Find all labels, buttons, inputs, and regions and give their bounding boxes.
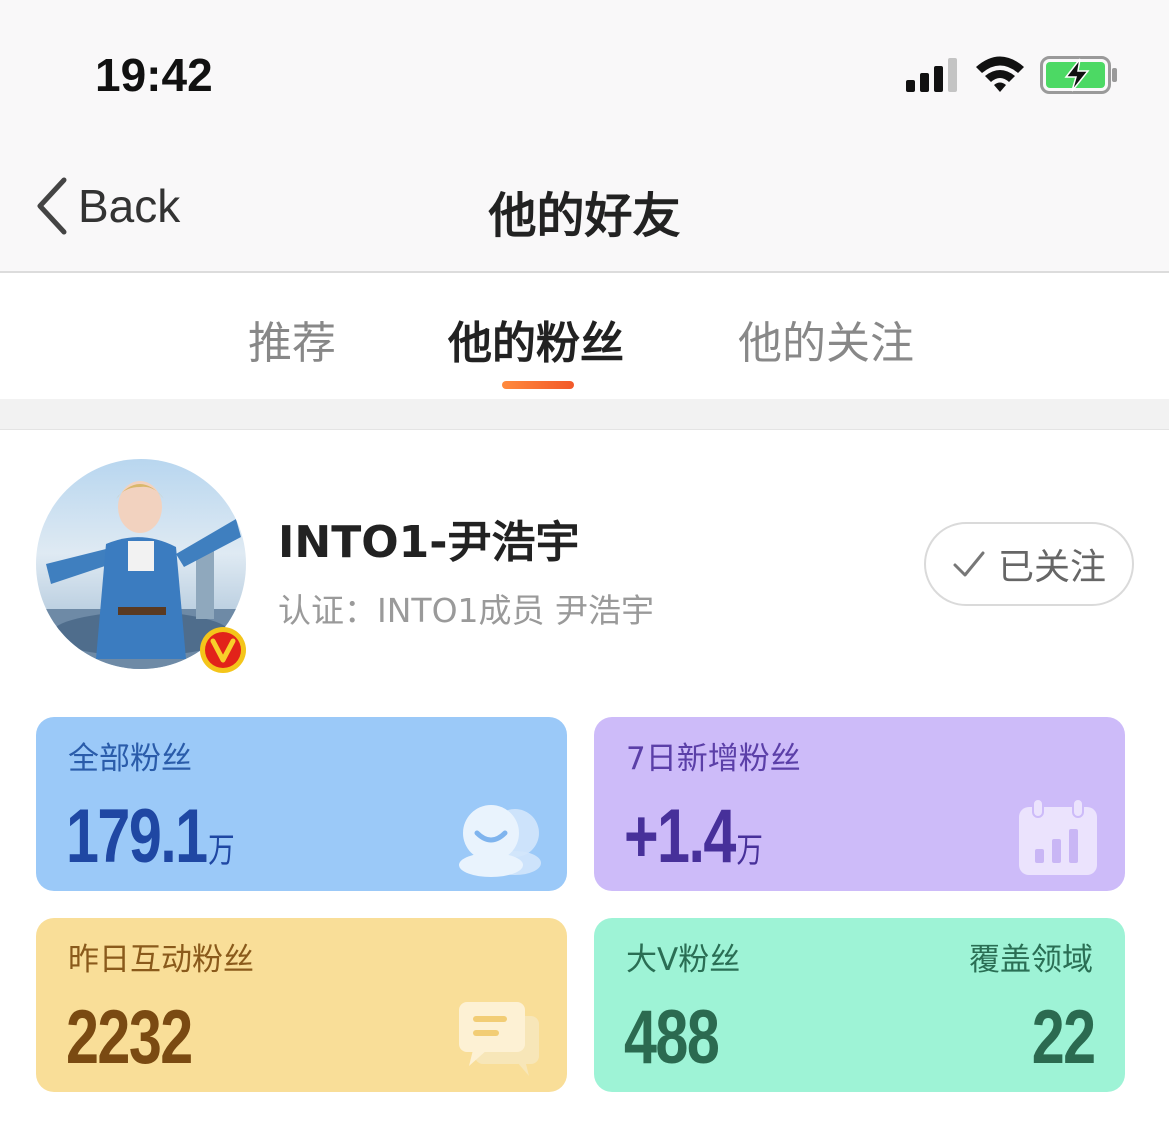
following-button[interactable]: 已关注: [924, 522, 1134, 606]
new-fans-title: 7日新增粉丝: [626, 741, 801, 777]
new-fans-card[interactable]: 7日新增粉丝 +1.4万: [594, 717, 1125, 891]
navigation-bar: Back 他的好友: [0, 140, 1169, 273]
avatar[interactable]: [36, 459, 248, 673]
verification-text: 认证：INTO1成员 尹浩宇: [278, 591, 655, 630]
status-time: 19:42: [95, 49, 213, 101]
status-bar: 19:42: [0, 0, 1169, 140]
big-v-fans-card[interactable]: 大V粉丝 覆盖领域 488 22: [594, 918, 1125, 1092]
new-fans-number: +1.4: [624, 794, 736, 879]
verified-v-icon: [200, 627, 246, 673]
page-title: 他的好友: [488, 188, 681, 244]
signal-icon: [906, 58, 957, 92]
big-v-fans-value: 488: [624, 995, 720, 1080]
total-fans-title: 全部粉丝: [68, 741, 192, 777]
total-fans-value: 179.1万: [66, 799, 235, 875]
big-v-fans-title: 大V粉丝: [626, 942, 741, 978]
new-fans-value: +1.4万: [624, 799, 763, 875]
message-icon: [459, 1002, 539, 1076]
active-tab-indicator: [502, 381, 574, 389]
tab-his-following[interactable]: 他的关注: [738, 307, 914, 371]
tab-bar: 推荐 他的粉丝 他的关注: [0, 275, 1169, 399]
user-name[interactable]: INTO1-尹浩宇: [278, 506, 580, 570]
following-label: 已关注: [997, 547, 1106, 588]
coverage-value: 22: [1032, 995, 1096, 1080]
total-fans-unit: 万: [208, 832, 235, 870]
yesterday-interactive-value: 2232: [66, 995, 193, 1080]
new-fans-unit: 万: [736, 832, 763, 870]
battery-charging-icon: [1040, 56, 1117, 94]
coverage-title: 覆盖领域: [969, 942, 1093, 978]
tab-his-fans[interactable]: 他的粉丝: [448, 307, 624, 371]
wifi-icon: [976, 56, 1024, 92]
yesterday-interactive-title: 昨日互动粉丝: [68, 942, 254, 978]
total-fans-card[interactable]: 全部粉丝 179.1万: [36, 717, 567, 891]
calendar-chart-icon: [1019, 798, 1097, 875]
yesterday-interactive-card[interactable]: 昨日互动粉丝 2232: [36, 918, 567, 1092]
checkmark-icon: [953, 551, 985, 577]
section-divider: [0, 399, 1169, 430]
total-fans-number: 179.1: [66, 794, 208, 879]
tab-recommend[interactable]: 推荐: [248, 307, 336, 371]
fans-icon: [459, 805, 541, 877]
